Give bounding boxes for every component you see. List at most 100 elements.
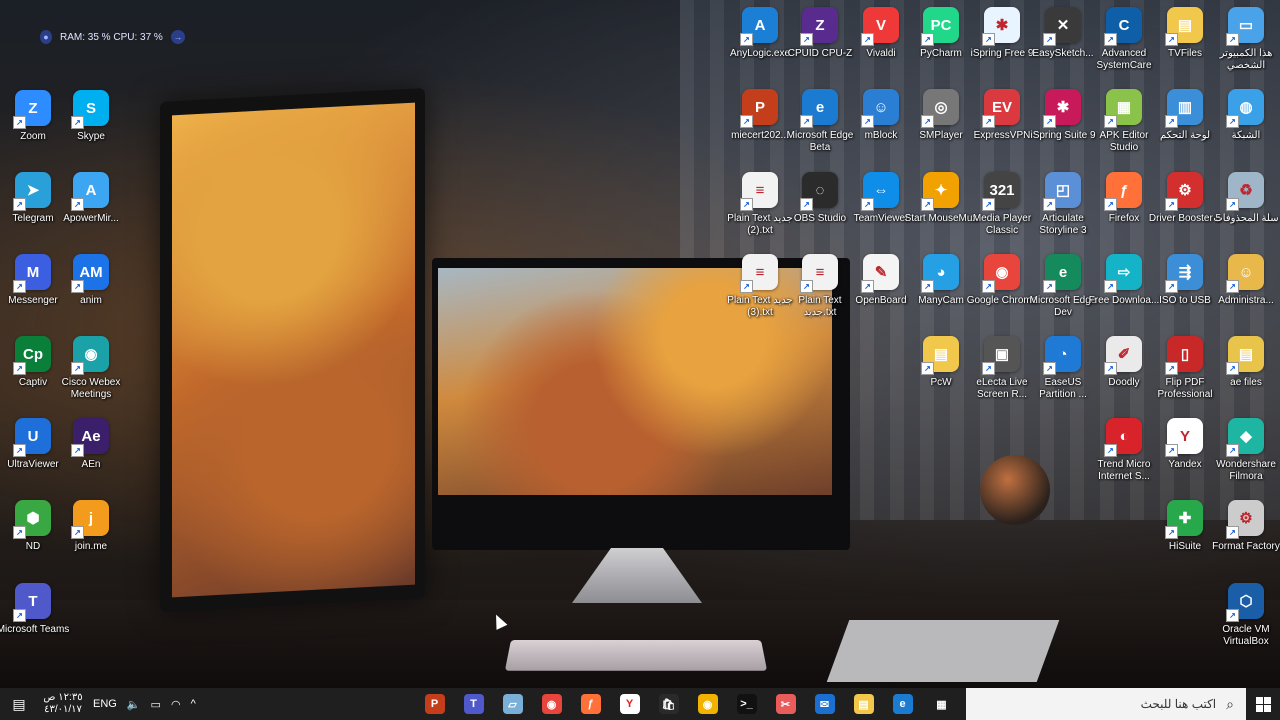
desktop-icon-joinme[interactable]: j join.me — [54, 500, 128, 553]
desktop-icon-label: Microsoft Teams — [0, 624, 70, 635]
hisuite-icon: ✚ — [1165, 500, 1203, 539]
pinned-apps: P T ▱ ◉ ƒ Y 🛍 ◉ >_ ✂ ✉ ▤ e ▦ — [415, 688, 961, 720]
desktop-icon-anim[interactable]: AM anim — [54, 254, 128, 307]
aefiles-icon: ▤ — [1226, 336, 1264, 375]
volume-icon[interactable]: 🔈 — [122, 698, 146, 711]
desktop-icon-aen[interactable]: Ae AEn — [54, 418, 128, 471]
wallpaper-monitor-stand — [572, 548, 702, 603]
mail-icon: ✉ — [814, 694, 835, 714]
taskbar-app-chrome[interactable]: ◉ — [532, 688, 571, 720]
desktop-icon-skype[interactable]: S Skype — [54, 90, 128, 143]
desktop-icon-virtualbox[interactable]: ⬡Oracle VM VirtualBox — [1209, 583, 1280, 648]
monitor-icon: ● — [40, 30, 52, 44]
search-icon: ⌕ — [1226, 695, 1234, 712]
battery-icon[interactable]: ▭ — [146, 698, 166, 711]
notepad-icon: ▱ — [502, 694, 523, 714]
wallpaper-mousepad — [826, 620, 1060, 682]
nd-icon: ⬢ — [13, 500, 51, 539]
clock[interactable]: ١٢:٣٥ ص ٤٣/٠١/١٧ — [38, 692, 88, 716]
network-icon: ◍ — [1226, 89, 1264, 128]
controlpanel-icon: ▥ — [1165, 89, 1203, 128]
desktop-icon-label: miecert202... — [731, 130, 789, 141]
desktop-icon-label: iSpring Free 9 — [970, 48, 1034, 59]
desktop-icon-label: UltraViewer — [7, 459, 59, 470]
smplayer-icon: ◎ — [921, 89, 959, 128]
filmora-icon: ◆ — [1226, 418, 1264, 457]
desktop-icon-label: Oracle VM VirtualBox — [1222, 624, 1270, 647]
desktop-icon-label: Captiv — [18, 377, 48, 388]
taskbar-app-teams[interactable]: T — [454, 688, 493, 720]
chrome-icon: ◉ — [541, 694, 562, 714]
arrow-right-icon[interactable]: → — [170, 30, 185, 44]
isotousb-icon: ⇶ — [1165, 254, 1203, 293]
taskbar-app-edge[interactable]: e — [883, 688, 922, 720]
wifi-icon[interactable]: ◠ — [166, 698, 186, 711]
clock-time: ١٢:٣٥ ص — [43, 692, 83, 703]
virtualbox-icon: ⬡ — [1226, 583, 1264, 622]
taskbar-app-powerpoint[interactable]: P — [415, 688, 454, 720]
desktop-icon-label: Skype — [77, 131, 105, 142]
apkeditor-icon: ▦ — [1104, 89, 1142, 128]
desktop-icon-label: TVFiles — [1168, 48, 1202, 59]
taskbar-app-snip[interactable]: ✂ — [766, 688, 805, 720]
desktop-icon-label: ExpressVPN — [973, 130, 1031, 141]
mblock-icon: ☺ — [861, 89, 899, 128]
firefox-icon: ƒ — [580, 694, 601, 714]
easeus-icon: ◔ — [1043, 336, 1081, 375]
desktop-icon-label: Format Factory — [1212, 541, 1280, 552]
desktop-icon-label: Zoom — [20, 131, 46, 142]
anim-icon: AM — [71, 254, 109, 293]
manycam-icon: ◕ — [921, 254, 959, 293]
administrator-icon: ☺ — [1226, 254, 1264, 293]
system-monitor-widget[interactable]: ● RAM: 35 % CPU: 37 % → — [40, 27, 185, 47]
taskbar-app-chrome-canary[interactable]: ◉ — [688, 688, 727, 720]
ultraviewer-icon: U — [13, 418, 51, 457]
skype-icon: S — [71, 90, 109, 129]
taskbar-app-mail[interactable]: ✉ — [805, 688, 844, 720]
desktop-icon-aefiles[interactable]: ▤ ae files — [1209, 336, 1280, 389]
terminal-icon: >_ — [736, 694, 757, 714]
search-box[interactable]: اكتب هنا للبحث ⌕ — [966, 688, 1246, 720]
chevron-up-icon[interactable]: ^ — [186, 698, 201, 710]
desktop-icon-label: Yandex — [1168, 459, 1202, 470]
taskbar-app-explorer[interactable]: ▤ — [844, 688, 883, 720]
taskbar-app-terminal[interactable]: >_ — [727, 688, 766, 720]
taskbar-app-notepad[interactable]: ▱ — [493, 688, 532, 720]
system-tray: ▤ ١٢:٣٥ ص ٤٣/٠١/١٧ ENG 🔈 ▭ ◠ ^ — [0, 688, 201, 720]
thispc-icon: ▭ — [1226, 7, 1264, 46]
desktop-icon-apowermirror[interactable]: A ApowerMir... — [54, 172, 128, 225]
desktop-icon-label: الشبكة — [1231, 130, 1261, 141]
plaintext1-icon: ≡ — [800, 254, 838, 293]
desktop-icon-webex[interactable]: ◉Cisco Webex Meetings — [54, 336, 128, 401]
taskbar-app-store[interactable]: 🛍 — [649, 688, 688, 720]
electa-icon: ▣ — [982, 336, 1020, 375]
desktop-icon-label: ApowerMir... — [63, 213, 119, 224]
miecert-icon: P — [740, 89, 778, 128]
zoom-icon: Z — [13, 90, 51, 129]
desktop-icon-filmora[interactable]: ◆Wondershare Filmora — [1209, 418, 1280, 483]
desktop-icon-thispc[interactable]: ▭هذا الكمبيوتر الشخصي — [1209, 7, 1280, 72]
desktop-icon-network[interactable]: ◍ الشبكة — [1209, 89, 1280, 142]
clock-date: ٤٣/٠١/١٧ — [44, 704, 82, 715]
notification-icon[interactable]: ▤ — [0, 688, 38, 720]
language-indicator[interactable]: ENG — [88, 698, 122, 710]
desktop-icon-administrator[interactable]: ☺ Administra... — [1209, 254, 1280, 307]
desktop-icon-recyclebin[interactable]: ♻ سلة المحذوفات — [1209, 172, 1280, 225]
start-button[interactable] — [1246, 688, 1280, 720]
windows-logo-icon — [1255, 696, 1271, 712]
tvfiles-icon: ▤ — [1165, 7, 1203, 46]
desktop-icon-teams[interactable]: T Microsoft Teams — [0, 583, 70, 636]
teams-icon: T — [13, 583, 51, 622]
desktop-icon-formatfactory[interactable]: ⚙ Format Factory — [1209, 500, 1280, 553]
explorer-icon: ▤ — [853, 694, 874, 714]
cpuz-icon: Z — [800, 7, 838, 46]
desktop-icon-label: join.me — [74, 541, 108, 552]
desktop-icon-label: Messenger — [8, 295, 58, 306]
desktop-icon-label: iSpring Suite 9 — [1030, 130, 1096, 141]
openboard-icon: ✎ — [861, 254, 899, 293]
desktop-icon-label: لوحة التحكم — [1159, 130, 1210, 141]
taskbar-app-yandex[interactable]: Y — [610, 688, 649, 720]
desktop-icon-label: AnyLogic.exe — [729, 48, 791, 59]
taskbar-app-taskview[interactable]: ▦ — [922, 688, 961, 720]
taskbar-app-firefox[interactable]: ƒ — [571, 688, 610, 720]
